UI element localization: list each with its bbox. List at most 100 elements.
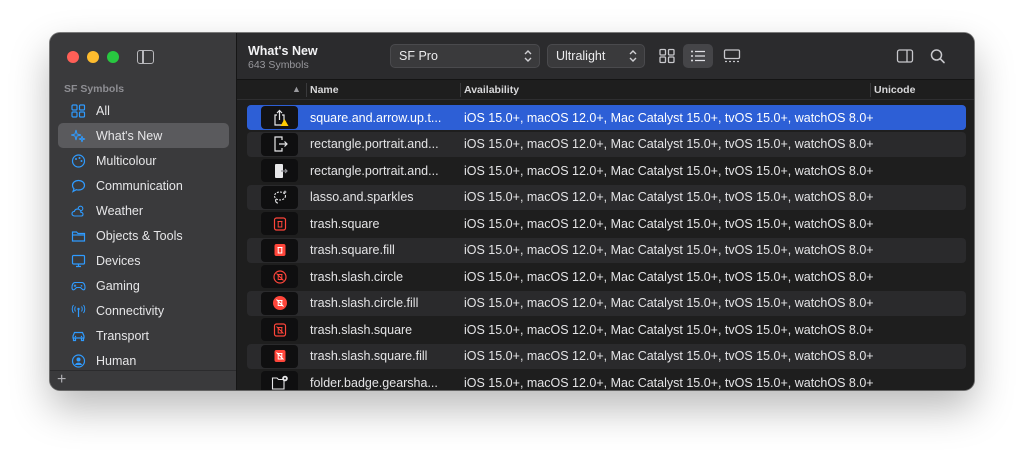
app-window: SF Symbols All What's New Multicolour Commu…	[50, 33, 974, 390]
font-select[interactable]: SF Pro	[390, 44, 540, 68]
inspector-toggle-button[interactable]	[890, 44, 920, 68]
gamecontroller-icon	[70, 279, 86, 293]
minimize-window-button[interactable]	[87, 51, 99, 63]
trash-slash-circle-fill-icon	[261, 291, 298, 315]
sidebar-item-label: Gaming	[96, 278, 140, 293]
sparkles-icon	[70, 129, 86, 143]
search-button[interactable]	[923, 44, 953, 68]
table-row[interactable]: trash.square iOS 15.0+, macOS 12.0+, Mac …	[247, 211, 966, 236]
column-separator	[870, 83, 871, 97]
table-row[interactable]: trash.slash.circle iOS 15.0+, macOS 12.0+…	[247, 264, 966, 289]
symbol-availability: iOS 15.0+, macOS 12.0+, Mac Catalyst 15.…	[464, 296, 874, 310]
table-row[interactable]: trash.square.fill iOS 15.0+, macOS 12.0+,…	[247, 237, 966, 263]
grid-view-icon	[659, 48, 675, 64]
weight-select-value: Ultralight	[556, 49, 606, 63]
symbol-availability: iOS 15.0+, macOS 12.0+, Mac Catalyst 15.…	[464, 137, 874, 151]
sidebar-item-what-s-new[interactable]: What's New	[58, 123, 229, 148]
window-controls	[67, 51, 119, 63]
column-header-unicode[interactable]: Unicode	[874, 84, 915, 96]
sidebar-item-label: Transport	[96, 328, 150, 343]
table-row[interactable]: rectangle.portrait.and... iOS 15.0+, macO…	[247, 131, 966, 157]
lasso-icon	[261, 185, 298, 209]
list-view-button[interactable]	[683, 44, 713, 68]
symbol-availability: iOS 15.0+, macOS 12.0+, Mac Catalyst 15.…	[464, 375, 874, 390]
gallery-view-icon	[723, 49, 741, 63]
sidebar-item-weather[interactable]: Weather	[58, 198, 229, 223]
font-select-value: SF Pro	[399, 49, 438, 63]
share-warning-icon	[261, 106, 298, 129]
sidebar-item-transport[interactable]: Transport	[58, 323, 229, 348]
palette-icon	[70, 153, 86, 168]
column-separator	[306, 83, 307, 97]
sidebar-section-title: SF Symbols	[64, 83, 125, 95]
symbol-name: rectangle.portrait.and...	[310, 137, 439, 151]
table-row[interactable]: trash.slash.circle.fill iOS 15.0+, macOS …	[247, 290, 966, 316]
grid-icon	[70, 103, 86, 118]
symbol-availability: iOS 15.0+, macOS 12.0+, Mac Catalyst 15.…	[464, 322, 874, 337]
column-header-availability[interactable]: Availability	[464, 84, 519, 96]
symbol-name: trash.square	[310, 216, 380, 231]
symbol-name: square.and.arrow.up.t...	[310, 110, 442, 125]
sidebar-toggle-icon[interactable]	[137, 50, 154, 64]
symbol-name: lasso.and.sparkles	[310, 190, 414, 204]
symbol-count: 643 Symbols	[248, 59, 309, 71]
sidebar-item-label: Objects & Tools	[96, 228, 183, 243]
symbol-name: trash.slash.square.fill	[310, 349, 428, 363]
grid-view-button[interactable]	[652, 44, 682, 68]
sidebar-item-label: Weather	[96, 203, 144, 218]
sidebar-item-communication[interactable]: Communication	[58, 173, 229, 198]
close-window-button[interactable]	[67, 51, 79, 63]
list-view-icon	[691, 50, 705, 62]
cloud-sun-icon	[70, 204, 86, 218]
symbol-availability: iOS 15.0+, macOS 12.0+, Mac Catalyst 15.…	[464, 349, 874, 363]
rectangle-arrow-fill-icon	[261, 159, 298, 182]
symbol-availability: iOS 15.0+, macOS 12.0+, Mac Catalyst 15.…	[464, 216, 874, 231]
sidebar-item-label: Multicolour	[96, 153, 157, 168]
symbol-availability: iOS 15.0+, macOS 12.0+, Mac Catalyst 15.…	[464, 243, 874, 257]
sidebar-item-multicolour[interactable]: Multicolour	[58, 148, 229, 173]
main-panel: What's New 643 Symbols SF Pro Ultralight	[237, 33, 974, 390]
antenna-icon	[70, 304, 86, 318]
sidebar-item-label: Connectivity	[96, 303, 165, 318]
folder-gear-icon	[261, 371, 298, 390]
inspector-icon	[896, 49, 914, 63]
sidebar-item-devices[interactable]: Devices	[58, 248, 229, 273]
symbol-name: rectangle.portrait.and...	[310, 163, 439, 178]
table-row[interactable]: trash.slash.square iOS 15.0+, macOS 12.0+…	[247, 317, 966, 342]
sidebar-item-connectivity[interactable]: Connectivity	[58, 298, 229, 323]
table-row[interactable]: square.and.arrow.up.t... iOS 15.0+, macOS…	[247, 105, 966, 130]
symbol-availability: iOS 15.0+, macOS 12.0+, Mac Catalyst 15.…	[464, 163, 874, 178]
table-row[interactable]: trash.slash.square.fill iOS 15.0+, macOS …	[247, 343, 966, 369]
table-header: ▲ Name Availability Unicode	[237, 80, 974, 100]
sidebar-item-gaming[interactable]: Gaming	[58, 273, 229, 298]
sidebar-item-objects-tools[interactable]: Objects & Tools	[58, 223, 229, 248]
folder-icon	[70, 229, 86, 243]
weight-select[interactable]: Ultralight	[547, 44, 645, 68]
gallery-view-button[interactable]	[717, 44, 747, 68]
trash-slash-square-icon	[261, 318, 298, 341]
symbol-name: trash.slash.circle	[310, 269, 404, 284]
sidebar: SF Symbols All What's New Multicolour Commu…	[50, 33, 237, 390]
trash-slash-square-fill-icon	[261, 344, 298, 368]
symbol-name: trash.slash.square	[310, 322, 413, 337]
toolbar: What's New 643 Symbols SF Pro Ultralight	[237, 33, 974, 80]
sidebar-item-all[interactable]: All	[58, 98, 229, 123]
sidebar-list: All What's New Multicolour Communication Wea…	[58, 98, 229, 373]
sidebar-item-label: All	[96, 103, 110, 118]
sidebar-item-label: What's New	[96, 128, 163, 143]
sidebar-item-label: Human	[96, 353, 137, 368]
person-icon	[70, 353, 86, 368]
page-title: What's New	[248, 44, 318, 58]
table-row[interactable]: rectangle.portrait.and... iOS 15.0+, macO…	[247, 158, 966, 183]
table-row[interactable]: lasso.and.sparkles iOS 15.0+, macOS 12.0+…	[247, 184, 966, 210]
trash-square-icon	[261, 212, 298, 235]
add-collection-button[interactable]: +	[57, 371, 66, 389]
zoom-window-button[interactable]	[107, 51, 119, 63]
table-row[interactable]: folder.badge.gearsha... iOS 15.0+, macOS …	[247, 370, 966, 390]
speech-bubble-icon	[70, 179, 86, 193]
column-header-name[interactable]: Name	[310, 84, 339, 96]
trash-square-fill-icon	[261, 238, 298, 262]
symbol-name: trash.square.fill	[310, 243, 395, 257]
sort-ascending-icon[interactable]: ▲	[292, 84, 301, 94]
symbol-name: folder.badge.gearsha...	[310, 375, 438, 390]
